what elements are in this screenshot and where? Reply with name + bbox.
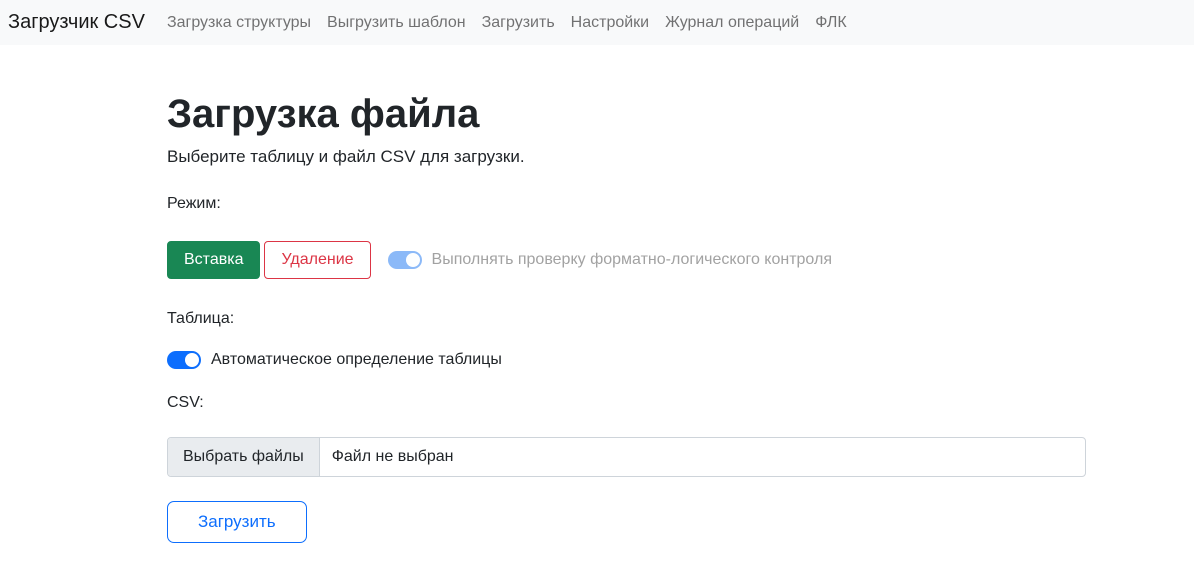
- auto-table-toggle-label: Автоматическое определение таблицы: [211, 351, 502, 369]
- table-label: Таблица:: [167, 307, 1194, 331]
- mode-label: Режим:: [167, 192, 1194, 216]
- flc-toggle-label: Выполнять проверку форматно-логического …: [432, 251, 832, 269]
- nav-item-operations-log[interactable]: Журнал операций: [657, 14, 807, 32]
- toggle-knob: [185, 353, 199, 367]
- choose-files-button[interactable]: Выбрать файлы: [168, 438, 320, 476]
- flc-check-toggle[interactable]: [388, 251, 422, 269]
- nav-item-export-template[interactable]: Выгрузить шаблон: [319, 14, 474, 32]
- delete-mode-button[interactable]: Удаление: [264, 241, 370, 279]
- nav-item-structure-upload[interactable]: Загрузка структуры: [159, 14, 319, 32]
- nav-item-settings[interactable]: Настройки: [563, 14, 657, 32]
- upload-submit-button[interactable]: Загрузить: [167, 501, 307, 543]
- page-title: Загрузка файла: [167, 90, 1194, 138]
- nav-item-upload[interactable]: Загрузить: [474, 14, 563, 32]
- auto-table-toggle-group: Автоматическое определение таблицы: [167, 349, 1194, 371]
- auto-table-toggle[interactable]: [167, 351, 201, 369]
- insert-mode-button[interactable]: Вставка: [167, 241, 260, 279]
- page-subtitle: Выберите таблицу и файл CSV для загрузки…: [167, 144, 1194, 170]
- mode-row: Вставка Удаление Выполнять проверку форм…: [167, 241, 1194, 279]
- nav-item-flc[interactable]: ФЛК: [807, 14, 854, 32]
- csv-label: CSV:: [167, 391, 1194, 415]
- csv-file-input[interactable]: Выбрать файлы Файл не выбран: [167, 437, 1086, 477]
- toggle-knob: [406, 253, 420, 267]
- flc-toggle-group: Выполнять проверку форматно-логического …: [388, 251, 832, 269]
- navbar-brand[interactable]: Загрузчик CSV: [8, 11, 145, 34]
- file-status-text: Файл не выбран: [320, 438, 466, 476]
- main-content: Загрузка файла Выберите таблицу и файл C…: [0, 45, 1194, 543]
- navbar: Загрузчик CSV Загрузка структуры Выгрузи…: [0, 0, 1194, 45]
